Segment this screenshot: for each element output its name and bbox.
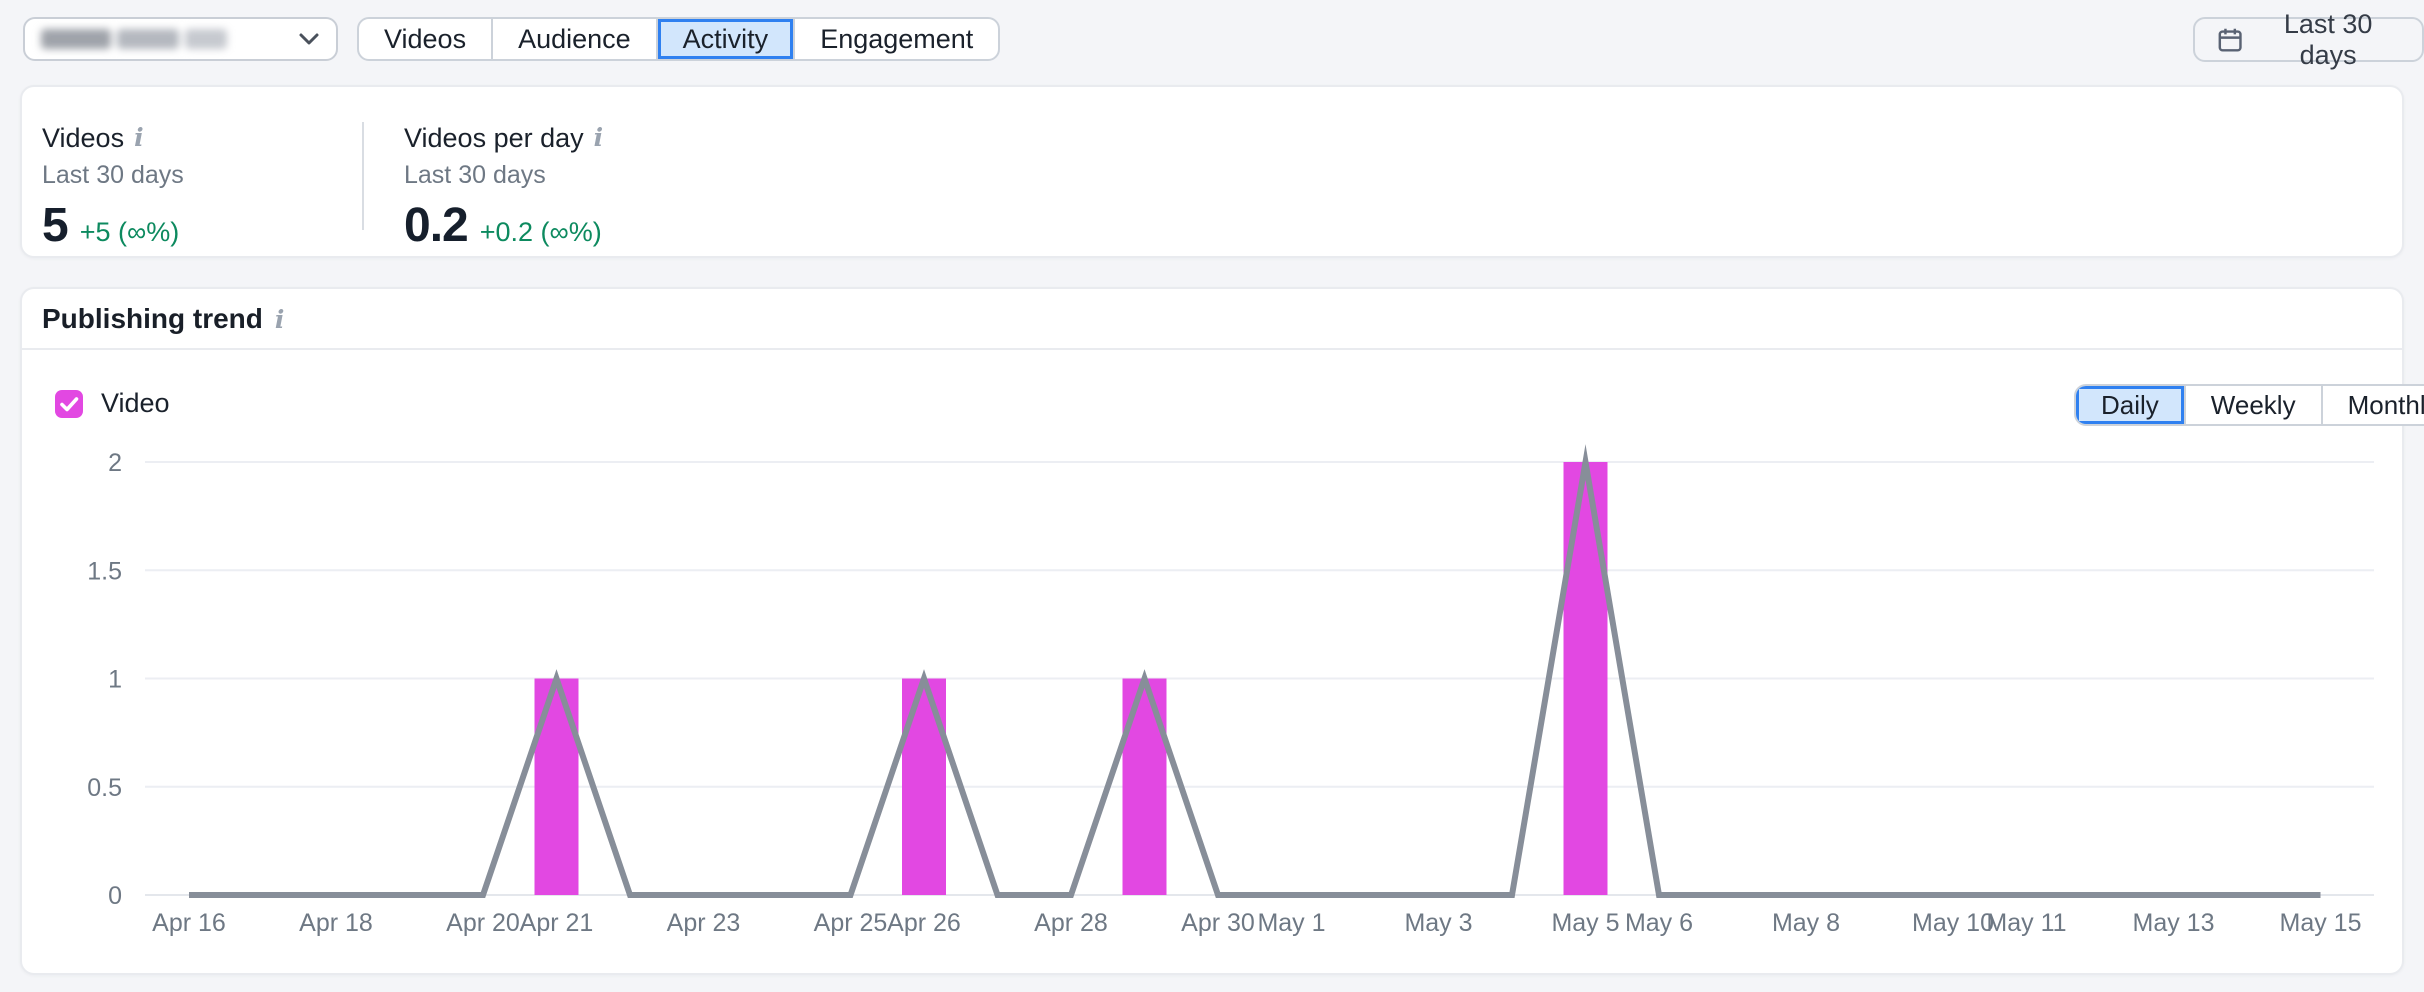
publishing-chart[interactable]: 0 0.5 1 1.5 2 Apr 16 Apr 18 Apr 20Apr 21 Apr 23 A… [22,289,2406,977]
stats-divider [362,122,364,230]
svg-text:Apr 20: Apr 20 [446,909,520,937]
svg-text:May 1: May 1 [1257,909,1325,937]
bar [1564,462,1608,895]
bar [902,679,946,896]
activity-analytics-page: { "top_bar": { "tabs": [ { "label": "Vid… [0,0,2424,992]
svg-text:May 11: May 11 [1986,909,2066,937]
tab-activity[interactable]: Activity [656,19,794,59]
publishing-trend-card: Publishing trend i Video Daily Weekly Mo… [20,287,2404,975]
svg-text:0.5: 0.5 [87,774,122,802]
tab-audience[interactable]: Audience [491,19,656,59]
stat-delta: +5 (∞%) [80,217,180,248]
stat-title: Videos [42,123,124,154]
svg-text:Apr 18: Apr 18 [299,909,373,937]
channel-dropdown[interactable] [23,17,338,61]
svg-text:1: 1 [108,666,122,694]
svg-text:Apr 23: Apr 23 [667,909,741,937]
svg-text:2: 2 [108,449,122,477]
y-axis-labels: 0 0.5 1 1.5 2 [87,449,122,910]
stat-subtitle: Last 30 days [404,161,603,190]
chevron-down-icon [298,32,320,46]
section-tabs: Videos Audience Activity Engagement [357,17,1000,61]
date-range-button[interactable]: Last 30 days [2193,17,2424,62]
info-icon[interactable]: i [134,123,144,150]
svg-text:Apr 25: Apr 25 [814,909,888,937]
x-axis-labels: Apr 16Apr 18Apr 20Apr 21Apr 23Apr 25Apr … [152,909,2361,937]
stat-value: 5 [42,198,68,253]
stat-subtitle: Last 30 days [42,161,184,190]
svg-text:Apr 16: Apr 16 [152,909,226,937]
svg-text:May 10: May 10 [1912,909,1994,937]
svg-text:Apr 28: Apr 28 [1034,909,1108,937]
y-gridlines [145,462,2374,895]
svg-text:May 3: May 3 [1404,909,1472,937]
tab-videos[interactable]: Videos [359,19,491,59]
blurred-channel-name [41,29,227,49]
stats-card: Videos i Last 30 days 5 +5 (∞%) Videos p… [20,85,2404,258]
bar [535,679,579,896]
svg-text:May 15: May 15 [2280,909,2362,937]
svg-text:May 13: May 13 [2133,909,2215,937]
svg-text:Apr 26: Apr 26 [887,909,961,937]
stat-title: Videos per day [404,123,584,154]
svg-text:May 8: May 8 [1772,909,1840,937]
info-icon[interactable]: i [594,123,604,150]
stat-delta: +0.2 (∞%) [480,217,602,248]
svg-text:Apr 30: Apr 30 [1181,909,1255,937]
bar [1123,679,1167,896]
tab-engagement[interactable]: Engagement [793,19,998,59]
svg-text:May 5: May 5 [1551,909,1619,937]
stat-value: 0.2 [404,198,468,253]
stat-videos-per-day: Videos per day i Last 30 days 0.2 +0.2 (… [404,123,603,253]
svg-text:May 6: May 6 [1625,909,1693,937]
svg-text:0: 0 [108,882,122,910]
date-range-label: Last 30 days [2256,9,2400,71]
svg-text:Apr 21: Apr 21 [520,909,594,937]
svg-text:1.5: 1.5 [87,557,122,585]
calendar-icon [2217,26,2243,54]
stat-videos: Videos i Last 30 days 5 +5 (∞%) [42,123,184,253]
